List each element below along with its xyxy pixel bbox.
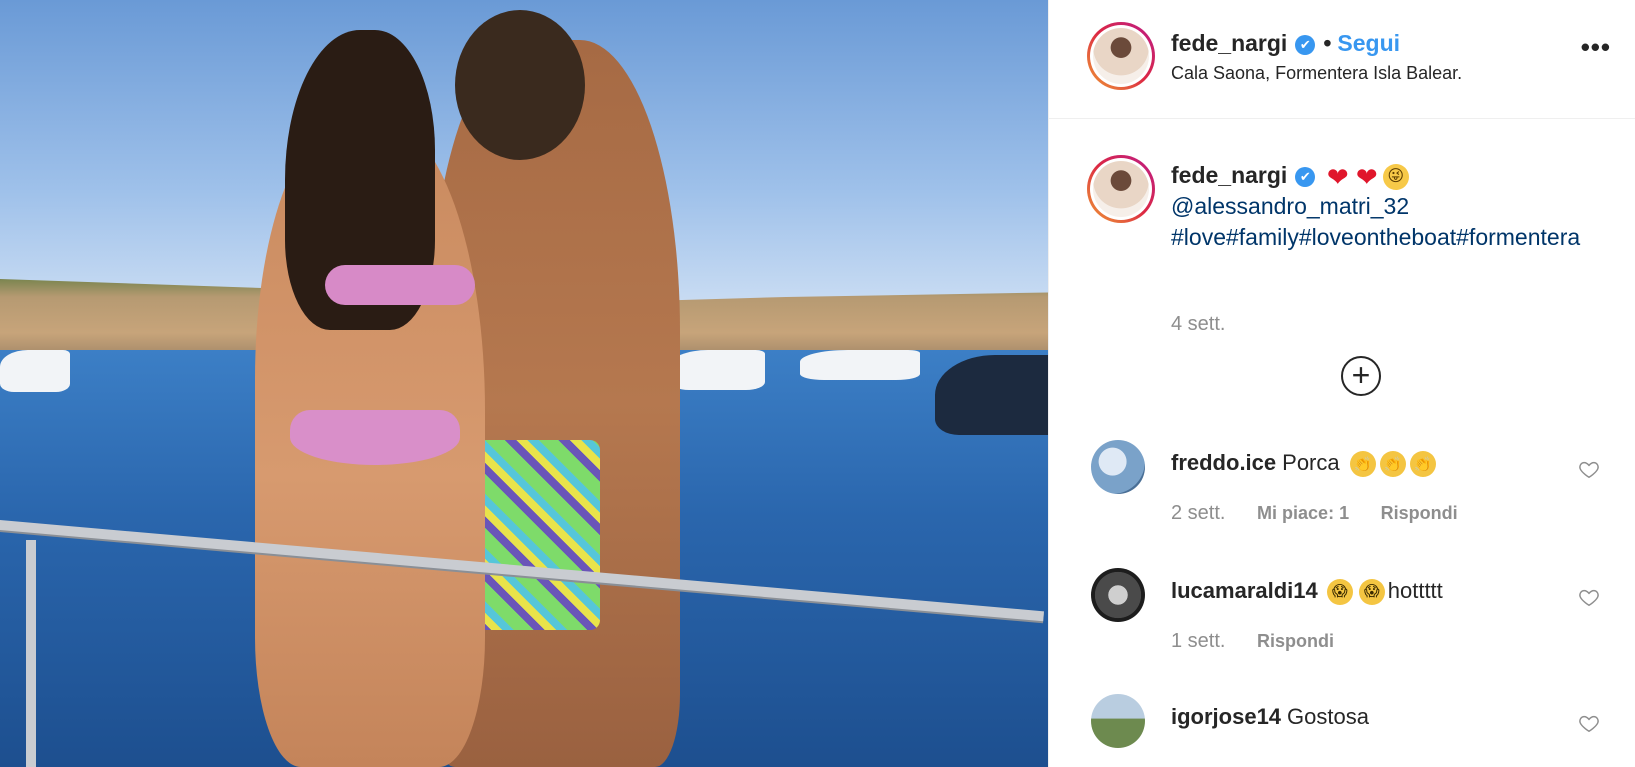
avatar-image bbox=[1093, 161, 1149, 217]
commenter-avatar[interactable] bbox=[1091, 694, 1145, 748]
comment-meta: 1 sett. Rispondi bbox=[1171, 630, 1360, 653]
comment-username[interactable]: lucamaraldi14 bbox=[1171, 578, 1318, 603]
commenter-avatar[interactable] bbox=[1091, 440, 1145, 494]
follow-button[interactable]: Segui bbox=[1337, 30, 1400, 56]
heart-icon[interactable] bbox=[1578, 712, 1600, 734]
photo-boat bbox=[670, 350, 765, 390]
caption-hashtags[interactable]: #love#family#loveontheboat#formentera bbox=[1171, 224, 1580, 250]
separator-dot: • bbox=[1323, 30, 1332, 56]
photo-boat bbox=[935, 355, 1048, 435]
comment-text: igorjose14 Gostosa bbox=[1171, 704, 1369, 730]
photo-bikini-top bbox=[325, 265, 475, 305]
clapping-hands-emoji: 👏 bbox=[1379, 451, 1406, 478]
verified-badge-icon: ✔ bbox=[1295, 34, 1316, 55]
caption-username[interactable]: fede_nargi bbox=[1171, 162, 1287, 188]
heart-icon[interactable] bbox=[1578, 458, 1600, 480]
caption-timestamp[interactable]: 4 sett. bbox=[1171, 313, 1225, 336]
heart-emoji: ❤ bbox=[1326, 161, 1349, 192]
photo-boat bbox=[0, 350, 70, 392]
photo-rail-post bbox=[26, 540, 36, 767]
verified-badge-icon: ✔ bbox=[1295, 166, 1316, 187]
commenter-avatar[interactable] bbox=[1091, 568, 1145, 622]
comment-text: lucamaraldi14 😱 😱 hottttt bbox=[1171, 578, 1443, 606]
clapping-hands-emoji: 👏 bbox=[1409, 451, 1436, 478]
load-more-comments-icon[interactable]: + bbox=[1341, 356, 1381, 396]
post-photo[interactable] bbox=[0, 0, 1048, 767]
reply-button[interactable]: Rispondi bbox=[1381, 503, 1458, 523]
screaming-face-emoji: 😱 bbox=[1326, 579, 1353, 606]
instagram-post: fede_nargi ✔ • Segui Cala Saona, Formentera… bbox=[0, 0, 1635, 767]
comment-username[interactable]: freddo.ice bbox=[1171, 450, 1276, 475]
post-header: fede_nargi ✔ • Segui Cala Saona, Formentera… bbox=[1049, 0, 1635, 119]
caption-avatar[interactable] bbox=[1087, 155, 1155, 223]
photo-man-hair bbox=[455, 10, 585, 160]
location-link[interactable]: Cala Saona, Formentera Isla Balear. bbox=[1171, 63, 1462, 84]
clapping-hands-emoji: 👏 bbox=[1349, 451, 1376, 478]
hearts-emoji: ❤ bbox=[1355, 161, 1378, 192]
comment-username[interactable]: igorjose14 bbox=[1171, 704, 1281, 729]
photo-boat bbox=[800, 350, 920, 380]
comment-body: Gostosa bbox=[1287, 704, 1369, 729]
comment-meta: 2 sett. Mi piace: 1 Rispondi bbox=[1171, 502, 1484, 525]
author-username[interactable]: fede_nargi bbox=[1171, 30, 1287, 56]
comment-timestamp[interactable]: 1 sett. bbox=[1171, 630, 1225, 652]
post-caption: fede_nargi ✔ ❤ ❤ 😜 @alessandro_matri_32 #lo… bbox=[1171, 160, 1611, 253]
comment-text: freddo.ice Porca 👏 👏 👏 bbox=[1171, 450, 1436, 478]
photo-bikini-bottom bbox=[290, 410, 460, 465]
winking-tongue-emoji: 😜 bbox=[1382, 163, 1409, 190]
screaming-face-emoji: 😱 bbox=[1358, 579, 1385, 606]
comment-likes-count[interactable]: Mi piace: 1 bbox=[1257, 503, 1349, 523]
more-options-icon[interactable]: ••• bbox=[1581, 32, 1611, 63]
comment-body: hottttt bbox=[1387, 578, 1443, 603]
comment-body: Porca bbox=[1282, 450, 1340, 475]
heart-icon[interactable] bbox=[1578, 586, 1600, 608]
author-avatar[interactable] bbox=[1087, 22, 1155, 90]
comment-timestamp[interactable]: 2 sett. bbox=[1171, 502, 1225, 524]
reply-button[interactable]: Rispondi bbox=[1257, 631, 1334, 651]
author-line: fede_nargi ✔ • Segui bbox=[1171, 30, 1400, 57]
post-side-panel: fede_nargi ✔ • Segui Cala Saona, Formentera… bbox=[1048, 0, 1635, 767]
caption-mention[interactable]: @alessandro_matri_32 bbox=[1171, 193, 1409, 219]
avatar-image bbox=[1093, 28, 1149, 84]
